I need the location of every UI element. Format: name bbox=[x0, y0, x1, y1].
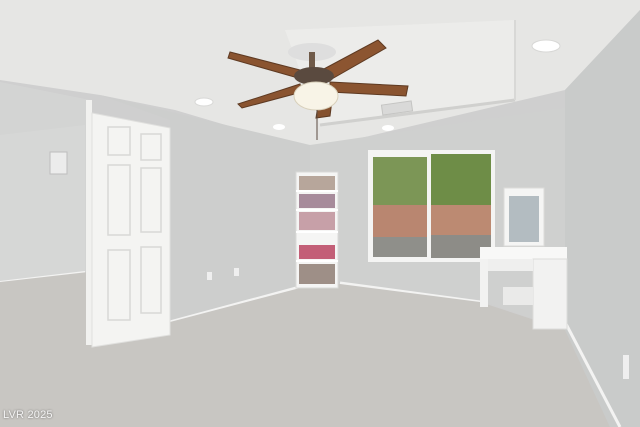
outlet bbox=[623, 355, 629, 379]
recessed-light bbox=[382, 125, 394, 131]
recessed-light bbox=[273, 124, 285, 130]
recessed-light bbox=[531, 39, 561, 53]
recessed-light bbox=[194, 97, 214, 107]
door-frame bbox=[86, 100, 92, 345]
watermark-text: LVR 2025 bbox=[3, 409, 53, 421]
outlet bbox=[234, 268, 239, 276]
outlet bbox=[207, 272, 212, 280]
open-door bbox=[91, 112, 171, 348]
hallway-far-wall bbox=[0, 125, 85, 290]
window bbox=[368, 150, 495, 262]
thermostat bbox=[49, 151, 68, 175]
bookshelf bbox=[295, 171, 339, 289]
room-photo bbox=[0, 0, 640, 427]
